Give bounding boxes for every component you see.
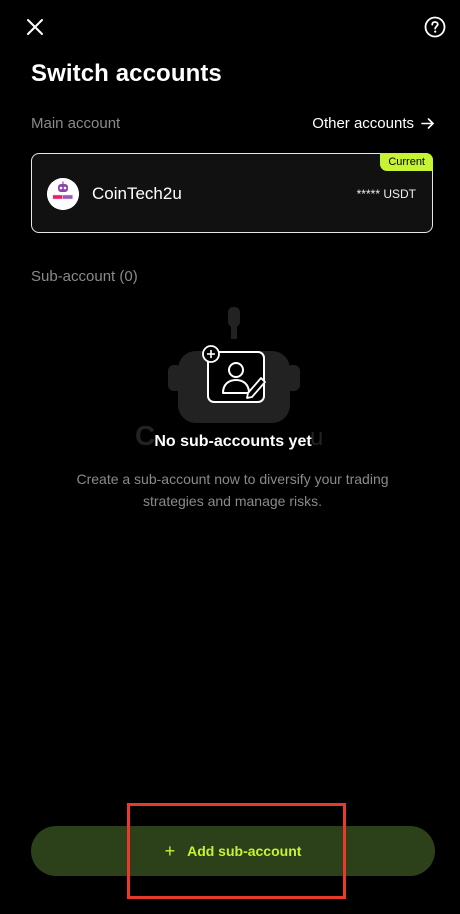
other-accounts-label: Other accounts: [312, 114, 414, 132]
account-balance: ***** USDT: [356, 187, 416, 201]
sub-account-label: Sub-account (0): [31, 268, 138, 285]
current-badge: Current: [380, 153, 433, 171]
arrow-right-icon: [421, 117, 434, 129]
main-account-card[interactable]: Current CoinTech2u ***** USDT: [31, 153, 433, 233]
coin-tech-logo-icon: [47, 178, 79, 210]
add-profile-icon: [202, 345, 266, 403]
empty-state-title: No sub-accounts yet: [154, 433, 312, 450]
account-name: CoinTech2u: [92, 184, 182, 203]
main-account-label: Main account: [31, 114, 121, 132]
empty-state-description: Create a sub-account now to diversify yo…: [76, 471, 389, 509]
other-accounts-link[interactable]: Other accounts: [312, 115, 435, 132]
highlight-annotation-box: [127, 803, 346, 899]
top-bar: [0, 0, 460, 56]
help-circle-icon[interactable]: [424, 16, 446, 38]
close-icon[interactable]: [22, 14, 48, 40]
avatar: [47, 178, 79, 210]
page-title: Switch accounts: [31, 60, 222, 87]
main-account-header: Main account Other accounts: [31, 113, 435, 133]
